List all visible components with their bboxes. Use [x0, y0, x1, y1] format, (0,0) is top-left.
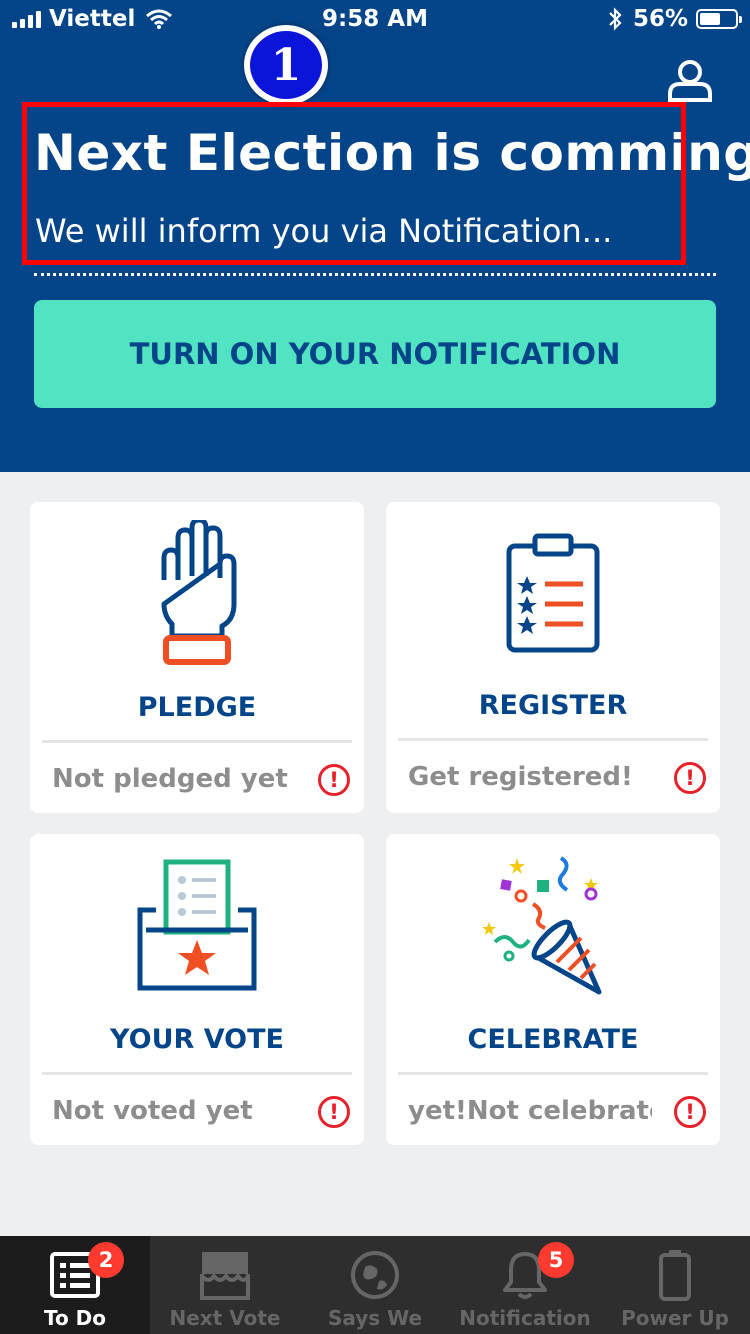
ballot-box-icon: [200, 1252, 250, 1300]
card-divider: [398, 1072, 708, 1075]
register-label: REGISTER: [478, 690, 628, 721]
tab-label: Power Up: [621, 1306, 729, 1330]
phone-icon: [659, 1250, 691, 1301]
pledge-label: PLEDGE: [137, 692, 257, 723]
battery-percent: 56%: [632, 6, 688, 32]
card-divider: [398, 738, 708, 741]
tab-label: To Do: [43, 1306, 107, 1330]
alert-icon: !: [318, 764, 350, 796]
tab-badge: 2: [88, 1242, 124, 1278]
alert-icon: !: [674, 762, 706, 794]
celebrate-card[interactable]: CELEBRATE yet!Not celebrated !: [386, 834, 720, 1145]
alert-icon: !: [318, 1096, 350, 1128]
globe-icon: [351, 1251, 399, 1299]
party-popper-icon: [483, 856, 602, 995]
pledge-card[interactable]: PLEDGE Not pledged yet !: [30, 502, 364, 813]
tab-says-we[interactable]: Says We: [300, 1236, 450, 1334]
register-card[interactable]: REGISTER Get registered! !: [386, 502, 720, 813]
tab-label: Notification: [459, 1306, 591, 1330]
profile-icon[interactable]: [666, 58, 714, 102]
step-number-badge: 1: [244, 25, 328, 105]
raised-hand-icon: [161, 520, 237, 665]
your-vote-label: YOUR VOTE: [110, 1024, 284, 1055]
your-vote-card[interactable]: YOUR VOTE Not voted yet !: [30, 834, 364, 1145]
tab-next-vote[interactable]: Next Vote: [150, 1236, 300, 1334]
ballot-box-icon: [137, 859, 257, 991]
celebrate-status: yet!Not celebrated: [408, 1096, 652, 1126]
your-vote-status: Not voted yet: [52, 1096, 253, 1126]
annotation-highlight-box: [22, 102, 686, 265]
celebrate-label: CELEBRATE: [467, 1024, 639, 1055]
tab-bar: 2 To Do Next Vote Says We 5 Notification…: [0, 1236, 750, 1334]
battery-icon: [696, 9, 742, 29]
card-divider: [42, 1072, 352, 1075]
tab-notification[interactable]: 5 Notification: [450, 1236, 600, 1334]
header: Viettel 9:58 AM 56% 1 Next Election is c…: [0, 0, 750, 472]
bluetooth-icon: [609, 7, 622, 31]
tab-label: Says We: [327, 1306, 423, 1330]
tab-power-up[interactable]: Power Up: [600, 1236, 750, 1334]
card-divider: [42, 740, 352, 743]
status-bar: Viettel 9:58 AM 56%: [0, 0, 750, 40]
tab-to-do[interactable]: 2 To Do: [0, 1236, 150, 1334]
turn-on-notification-button[interactable]: TURN ON YOUR NOTIFICATION: [34, 300, 716, 408]
clipboard-checklist-icon: [506, 533, 600, 653]
tab-label: Next Vote: [169, 1306, 281, 1330]
tab-badge: 5: [538, 1242, 574, 1278]
alert-icon: !: [674, 1096, 706, 1128]
pledge-status: Not pledged yet: [52, 764, 288, 794]
dotted-divider: [34, 273, 716, 276]
register-status: Get registered!: [408, 762, 633, 792]
